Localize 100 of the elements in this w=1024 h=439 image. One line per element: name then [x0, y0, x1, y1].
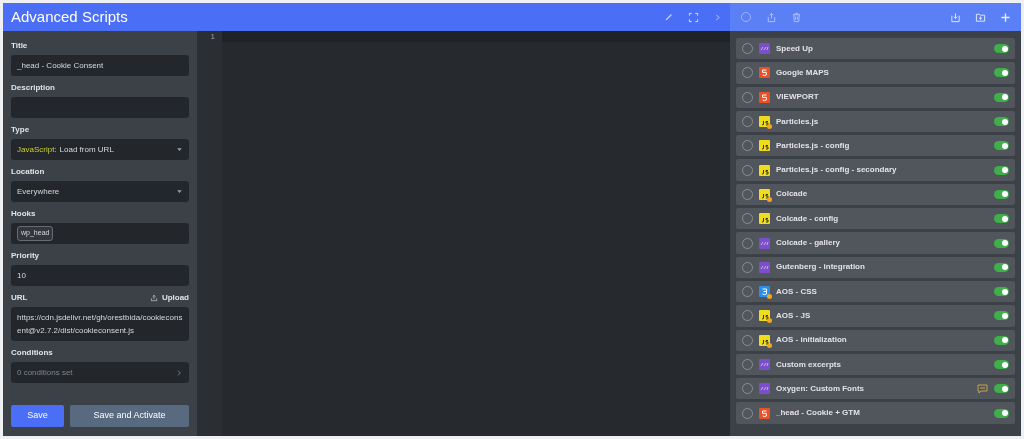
toggle-switch[interactable]	[994, 68, 1009, 78]
toggle-switch[interactable]	[994, 238, 1009, 248]
script-row[interactable]: Colcade	[736, 183, 1015, 206]
script-row[interactable]: Gutenberg - integration	[736, 256, 1015, 278]
script-row[interactable]: AOS - JS	[736, 305, 1015, 327]
field-label: Conditions	[11, 347, 53, 359]
toggle-switch[interactable]	[994, 335, 1009, 345]
upload-icon	[149, 294, 158, 302]
php-file-icon	[759, 359, 770, 370]
import-icon[interactable]	[950, 11, 961, 23]
script-name: Colcade	[776, 188, 809, 201]
field-label: Title	[11, 40, 28, 52]
script-row[interactable]: Oxygen: Custom Fonts	[736, 378, 1015, 400]
field-label: Hooks	[11, 208, 36, 220]
line-number: 1	[197, 31, 222, 42]
url-field[interactable]: https://cdn.jsdelivr.net/gh/orestbida/cookieconsent@v2.7.2/dist/cookieconsent.js	[11, 307, 189, 341]
toggle-switch[interactable]	[994, 44, 1009, 54]
toggle-switch[interactable]	[994, 408, 1009, 418]
comment-icon[interactable]	[977, 383, 988, 394]
input-field[interactable]	[11, 97, 189, 118]
window-title: Advanced Scripts	[11, 6, 129, 27]
script-name: Custom excerpts	[776, 358, 842, 371]
js-file-icon	[759, 334, 770, 346]
toggle-switch[interactable]	[994, 165, 1009, 175]
new-folder-icon[interactable]	[975, 11, 986, 23]
script-row[interactable]: Speed Up	[736, 38, 1015, 60]
toggle-switch[interactable]	[994, 189, 1009, 199]
field-label: Priority	[11, 250, 39, 262]
script-row[interactable]: Custom excerpts	[736, 353, 1015, 376]
script-row[interactable]: Particles.js - config	[736, 135, 1015, 157]
script-name: Colcade - gallery	[776, 237, 842, 249]
script-row[interactable]: Colcade - gallery	[736, 232, 1015, 254]
script-name: Colcade - config	[776, 212, 840, 225]
fullscreen-icon[interactable]	[688, 11, 699, 23]
script-name: _head - Cookie + GTM	[776, 407, 861, 420]
add-icon[interactable]	[1000, 11, 1011, 23]
php-file-icon	[759, 43, 770, 55]
toggle-switch[interactable]	[994, 117, 1009, 127]
html-file-icon	[759, 91, 770, 103]
toggle-switch[interactable]	[994, 287, 1009, 297]
toggle-switch[interactable]	[994, 214, 1009, 224]
caret-down-icon	[176, 188, 183, 195]
js-file-icon	[759, 213, 770, 225]
pencil-icon[interactable]	[664, 12, 674, 22]
select-field[interactable]: Everywhere	[11, 181, 189, 202]
toggle-switch[interactable]	[994, 141, 1009, 151]
toggle-switch[interactable]	[994, 92, 1009, 102]
field-label: URL	[11, 292, 28, 304]
script-row[interactable]: VIEWPORT	[736, 86, 1015, 108]
script-name: Particles.js	[776, 115, 820, 128]
selected-value: Load from URL	[59, 144, 114, 154]
field-label: Location	[11, 166, 45, 178]
selected-value: Everywhere	[17, 186, 60, 196]
script-name: AOS - CSS	[776, 285, 818, 298]
chevron-right-icon[interactable]	[713, 12, 722, 22]
toggle-switch[interactable]	[994, 262, 1009, 272]
js-file-icon	[759, 164, 770, 176]
export-icon[interactable]	[766, 11, 777, 23]
script-row[interactable]: _head - Cookie + GTM	[736, 402, 1015, 424]
trash-icon[interactable]	[791, 11, 802, 23]
html-file-icon	[759, 67, 770, 79]
js-file-icon	[759, 140, 770, 152]
field-label: Type	[11, 124, 30, 136]
php-file-icon	[759, 261, 770, 273]
script-name: AOS - initialization	[776, 334, 848, 347]
script-row[interactable]: AOS - initialization	[736, 329, 1015, 351]
php-file-icon	[759, 237, 770, 249]
script-name: Oxygen: Custom Fonts	[776, 382, 865, 395]
input-field[interactable]: 10	[11, 265, 189, 286]
html-file-icon	[759, 407, 770, 419]
toggle-switch[interactable]	[994, 384, 1009, 394]
script-row[interactable]: Colcade - config	[736, 208, 1015, 230]
save-and-activate-button[interactable]: Save and Activate	[70, 405, 189, 427]
script-row[interactable]: AOS - CSS	[736, 280, 1015, 303]
script-row[interactable]: Google MAPS	[736, 62, 1015, 84]
js-file-icon	[759, 188, 770, 200]
script-name: Google MAPS	[776, 66, 830, 79]
php-file-icon	[759, 383, 770, 395]
toggle-switch[interactable]	[994, 311, 1009, 321]
toggle-switch[interactable]	[994, 360, 1009, 369]
script-name: Speed Up	[776, 42, 814, 55]
select-field[interactable]: JavaScript: Load from URL	[11, 139, 189, 160]
upload-link[interactable]: Upload	[161, 292, 189, 304]
chevron-right-icon	[175, 368, 183, 377]
conditions-field[interactable]: 0 conditions set	[11, 362, 189, 383]
script-name: Gutenberg - integration	[776, 261, 866, 274]
js-file-icon	[759, 116, 770, 128]
js-file-icon	[759, 310, 770, 322]
script-name: Particles.js - config - secondary	[776, 164, 898, 177]
script-row[interactable]: Particles.js	[736, 110, 1015, 133]
script-name: VIEWPORT	[776, 91, 820, 104]
caret-down-icon	[176, 146, 183, 153]
select-all-icon[interactable]	[740, 11, 752, 23]
conditions-placeholder: 0 conditions set	[17, 366, 74, 379]
type-prefix: JavaScript:	[17, 144, 57, 154]
script-row[interactable]: Particles.js - config - secondary	[736, 159, 1015, 181]
save-button[interactable]: Save	[11, 405, 64, 427]
input-field[interactable]: _head - Cookie Consent	[11, 55, 189, 76]
script-name: AOS - JS	[776, 309, 812, 322]
css-file-icon	[759, 286, 770, 298]
